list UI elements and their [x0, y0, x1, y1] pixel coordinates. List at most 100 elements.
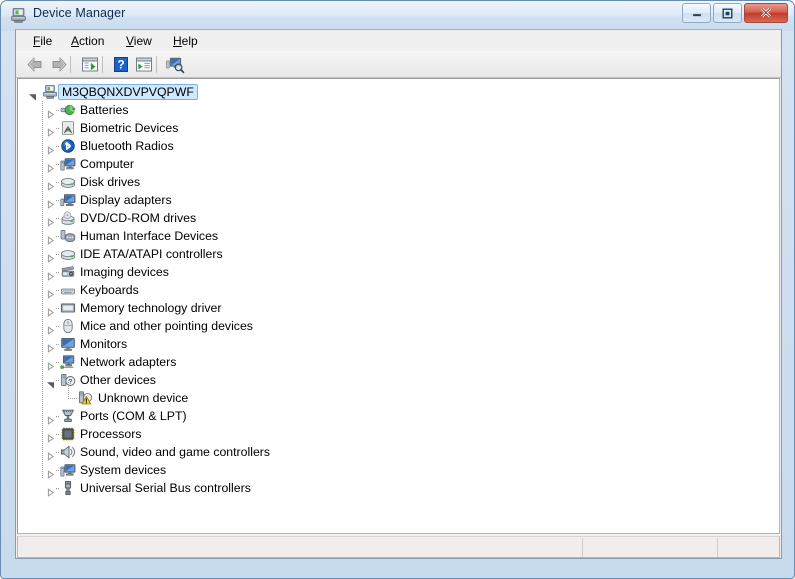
tree-node-ports-com-lpt[interactable]: Ports (COM & LPT): [26, 407, 779, 425]
chevron-right-icon[interactable]: [46, 232, 55, 245]
scan-hardware-changes-button[interactable]: [164, 54, 186, 75]
properties-icon: [136, 57, 152, 72]
tree-node-bluetooth-radios[interactable]: Bluetooth Radios: [26, 137, 779, 155]
chevron-right-icon[interactable]: [46, 214, 55, 227]
ide-controller-icon: [60, 246, 76, 262]
tree-branch-line: [68, 398, 77, 399]
menu-action[interactable]: Action: [64, 33, 111, 49]
chevron-right-icon[interactable]: [46, 358, 55, 371]
chevron-right-icon[interactable]: [46, 448, 55, 461]
tree-node-label[interactable]: Universal Serial Bus controllers: [80, 480, 251, 496]
tree-node-label[interactable]: Memory technology driver: [80, 300, 221, 316]
minimize-icon: [683, 4, 710, 22]
tree-node-dvd-cd-rom-drives[interactable]: DVD/CD-ROM drives: [26, 209, 779, 227]
processor-icon: [60, 426, 76, 442]
expanded-arrow-icon[interactable]: [46, 376, 55, 389]
chevron-right-icon[interactable]: [46, 178, 55, 191]
close-button[interactable]: [744, 3, 788, 23]
tree-node-label[interactable]: Ports (COM & LPT): [80, 408, 187, 424]
tree-node-label[interactable]: Other devices: [80, 372, 156, 388]
tree-node-label[interactable]: Sound, video and game controllers: [80, 444, 270, 460]
tree-node-display-adapters[interactable]: Display adapters: [26, 191, 779, 209]
chevron-right-icon[interactable]: [46, 106, 55, 119]
tree-node-label[interactable]: Disk drives: [80, 174, 140, 190]
tree-node-human-interface-devices[interactable]: Human Interface Devices: [26, 227, 779, 245]
help-button[interactable]: ?: [110, 54, 132, 75]
tree-node-root-label[interactable]: M3QBQNXDVPVQPWF: [58, 84, 198, 100]
show-hide-console-tree-button[interactable]: [79, 54, 101, 75]
chevron-right-icon[interactable]: [46, 124, 55, 137]
chevron-right-icon[interactable]: [46, 142, 55, 155]
chevron-right-icon[interactable]: [46, 322, 55, 335]
tree-node-computer[interactable]: Computer: [26, 155, 779, 173]
tree-node-label[interactable]: Human Interface Devices: [80, 228, 218, 244]
chevron-right-icon[interactable]: [46, 160, 55, 173]
window-title: Device Manager: [33, 6, 126, 20]
monitor-icon: [60, 336, 76, 352]
tree-node-ide-ata-atapi-controllers[interactable]: IDE ATA/ATAPI controllers: [26, 245, 779, 263]
computer-icon: [60, 156, 76, 172]
tree-node-label[interactable]: Display adapters: [80, 192, 172, 208]
tree-node-label[interactable]: Bluetooth Radios: [80, 138, 174, 154]
chevron-right-icon[interactable]: [46, 304, 55, 317]
chevron-right-icon[interactable]: [46, 430, 55, 443]
tree-node-other-devices[interactable]: ? Other devices: [26, 371, 779, 389]
tree-node-mice-and-other-pointing-devices[interactable]: Mice and other pointing devices: [26, 317, 779, 335]
properties-button[interactable]: [133, 54, 155, 75]
tree-node-processors[interactable]: Processors: [26, 425, 779, 443]
menu-help[interactable]: Help: [166, 33, 205, 49]
tree-node-system-devices[interactable]: System devices: [26, 461, 779, 479]
tree-node-sound-video-and-game-controllers[interactable]: Sound, video and game controllers: [26, 443, 779, 461]
tree-node-label[interactable]: Network adapters: [80, 354, 176, 370]
forward-arrow-icon: [52, 57, 67, 72]
chevron-right-icon[interactable]: [46, 484, 55, 497]
toolbar-separator: [102, 56, 103, 73]
tree-node-label[interactable]: IDE ATA/ATAPI controllers: [80, 246, 223, 262]
title-bar[interactable]: Device Manager: [1, 1, 794, 29]
keyboard-icon: [60, 282, 76, 298]
tree-node-monitors[interactable]: Monitors: [26, 335, 779, 353]
tree-node-biometric-devices[interactable]: Biometric Devices: [26, 119, 779, 137]
tree-node-network-adapters[interactable]: Network adapters: [26, 353, 779, 371]
tree-node-universal-serial-bus-controllers[interactable]: Universal Serial Bus controllers: [26, 479, 779, 497]
tree-node-label[interactable]: Keyboards: [80, 282, 139, 298]
tool-bar: ?: [16, 51, 781, 78]
tree-node-label[interactable]: Batteries: [80, 102, 129, 118]
chevron-right-icon[interactable]: [46, 466, 55, 479]
chevron-right-icon[interactable]: [46, 196, 55, 209]
tree-node-label[interactable]: Computer: [80, 156, 134, 172]
tree-node-label[interactable]: Mice and other pointing devices: [80, 318, 253, 334]
menu-file[interactable]: File: [26, 33, 59, 49]
menu-view[interactable]: View: [119, 33, 159, 49]
tree-node-label[interactable]: Monitors: [80, 336, 127, 352]
minimize-button[interactable]: [682, 3, 711, 23]
bluetooth-icon: [60, 138, 76, 154]
device-tree-pane[interactable]: M3QBQNXDVPVQPWF Batteries Biometric Devi…: [17, 78, 780, 534]
status-divider: [582, 538, 583, 557]
toolbar-separator: [156, 56, 157, 73]
device-manager-window: Device Manager File Action View Help ? M…: [0, 0, 795, 579]
tree-node-label[interactable]: Biometric Devices: [80, 120, 178, 136]
expanded-arrow-icon[interactable]: [28, 88, 37, 101]
chevron-right-icon[interactable]: [46, 286, 55, 299]
tree-node-batteries[interactable]: Batteries: [26, 101, 779, 119]
tree-node-label[interactable]: Unknown device: [98, 390, 188, 406]
tree-node-label[interactable]: Processors: [80, 426, 142, 442]
forward-button[interactable]: [48, 54, 70, 75]
tree-node-keyboards[interactable]: Keyboards: [26, 281, 779, 299]
tree-node-root[interactable]: M3QBQNXDVPVQPWF: [26, 83, 779, 101]
tree-node-label[interactable]: System devices: [80, 462, 166, 478]
tree-node-label[interactable]: DVD/CD-ROM drives: [80, 210, 196, 226]
chevron-right-icon[interactable]: [46, 250, 55, 263]
tree-node-label[interactable]: Imaging devices: [80, 264, 169, 280]
tree-node-disk-drives[interactable]: Disk drives: [26, 173, 779, 191]
maximize-button[interactable]: [713, 3, 742, 23]
tree-node-memory-technology-driver[interactable]: Memory technology driver: [26, 299, 779, 317]
back-button[interactable]: [24, 54, 46, 75]
unknown-device-warning-icon: [78, 390, 94, 406]
chevron-right-icon[interactable]: [46, 412, 55, 425]
chevron-right-icon[interactable]: [46, 340, 55, 353]
tree-node-unknown-device[interactable]: Unknown device: [26, 380, 779, 407]
tree-node-imaging-devices[interactable]: Imaging devices: [26, 263, 779, 281]
chevron-right-icon[interactable]: [46, 268, 55, 281]
